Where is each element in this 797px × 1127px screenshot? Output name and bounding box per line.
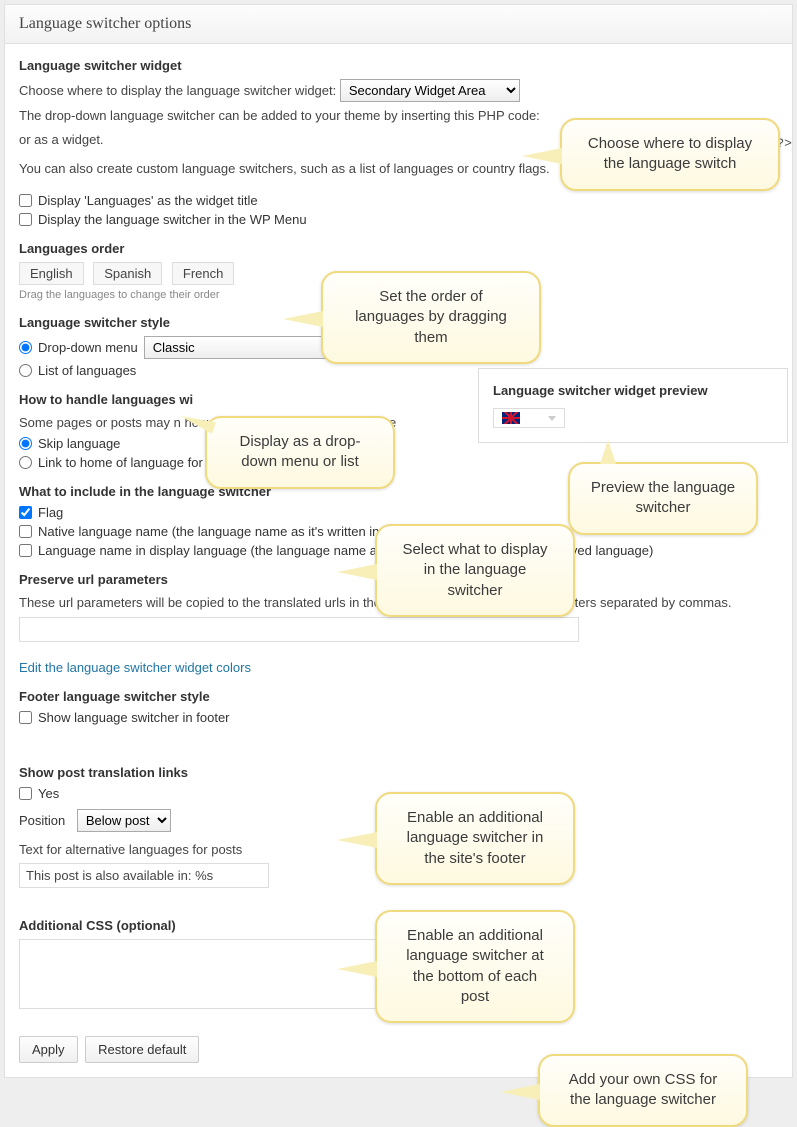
lang-chip[interactable]: English — [19, 262, 84, 285]
panel-title: Language switcher options — [5, 5, 792, 44]
options-panel: Language switcher options Language switc… — [4, 4, 793, 1078]
cb-widget-title-input[interactable] — [19, 194, 32, 207]
callout-css: Add your own CSS for the language switch… — [538, 1054, 748, 1127]
style-radio-dropdown-label: Drop-down menu — [38, 340, 138, 355]
preview-box: Language switcher widget preview — [478, 368, 788, 443]
postlinks-position-label: Position — [19, 813, 65, 828]
include-display-input[interactable] — [19, 544, 32, 557]
preview-title: Language switcher widget preview — [493, 383, 773, 398]
widget-choose-label: Choose where to display the language swi… — [19, 83, 336, 98]
callout-postlinks: Enable an additional language switcher a… — [375, 910, 575, 1023]
cb-wp-menu-input[interactable] — [19, 213, 32, 226]
missing-radio-skip-label: Skip language — [38, 436, 120, 451]
restore-button[interactable]: Restore default — [85, 1036, 199, 1063]
callout-widget-area: Choose where to display the language swi… — [560, 118, 780, 191]
chevron-down-icon — [548, 416, 556, 421]
preview-select[interactable] — [493, 408, 565, 428]
missing-radio-link[interactable] — [19, 456, 32, 469]
postlinks-heading: Show post translation links — [19, 765, 778, 780]
widget-heading: Language switcher widget — [19, 58, 778, 73]
widget-area-select[interactable]: Secondary Widget Area — [340, 79, 520, 102]
include-native-input[interactable] — [19, 525, 32, 538]
panel-body: Language switcher widget Choose where to… — [5, 44, 792, 1077]
cb-widget-title-label: Display 'Languages' as the widget title — [38, 193, 258, 208]
preserve-input[interactable] — [19, 617, 579, 642]
apply-button[interactable]: Apply — [19, 1036, 78, 1063]
style-radio-dropdown[interactable] — [19, 341, 32, 354]
style-radio-list-label: List of languages — [38, 363, 136, 378]
lang-chip[interactable]: French — [172, 262, 234, 285]
postlinks-alt-input[interactable] — [19, 863, 269, 888]
callout-footer: Enable an additional language switcher i… — [375, 792, 575, 885]
footer-cb[interactable]: Show language switcher in footer — [19, 710, 778, 725]
widget-choose-row: Choose where to display the language swi… — [19, 79, 778, 102]
postlinks-yes-label: Yes — [38, 786, 59, 801]
footer-cb-label: Show language switcher in footer — [38, 710, 230, 725]
missing-radio-skip[interactable] — [19, 437, 32, 450]
style-radio-list[interactable] — [19, 364, 32, 377]
postlinks-position-select[interactable]: Below post — [77, 809, 171, 832]
cb-widget-title[interactable]: Display 'Languages' as the widget title — [19, 193, 778, 208]
cb-wp-menu-label: Display the language switcher in the WP … — [38, 212, 307, 227]
callout-order: Set the order of languages by dragging t… — [321, 271, 541, 364]
colors-link[interactable]: Edit the language switcher widget colors — [19, 660, 251, 675]
postlinks-yes-input[interactable] — [19, 787, 32, 800]
footer-cb-input[interactable] — [19, 711, 32, 724]
uk-flag-icon — [502, 412, 520, 424]
footer-heading: Footer language switcher style — [19, 689, 778, 704]
order-heading: Languages order — [19, 241, 778, 256]
callout-include: Select what to display in the language s… — [375, 524, 575, 617]
callout-preview: Preview the language switcher — [568, 462, 758, 535]
lang-chip[interactable]: Spanish — [93, 262, 162, 285]
widget-desc1-text: The drop-down language switcher can be a… — [19, 108, 540, 123]
include-flag-label: Flag — [38, 505, 63, 520]
callout-style: Display as a drop-down menu or list — [205, 416, 395, 489]
include-flag-input[interactable] — [19, 506, 32, 519]
cb-wp-menu[interactable]: Display the language switcher in the WP … — [19, 212, 778, 227]
